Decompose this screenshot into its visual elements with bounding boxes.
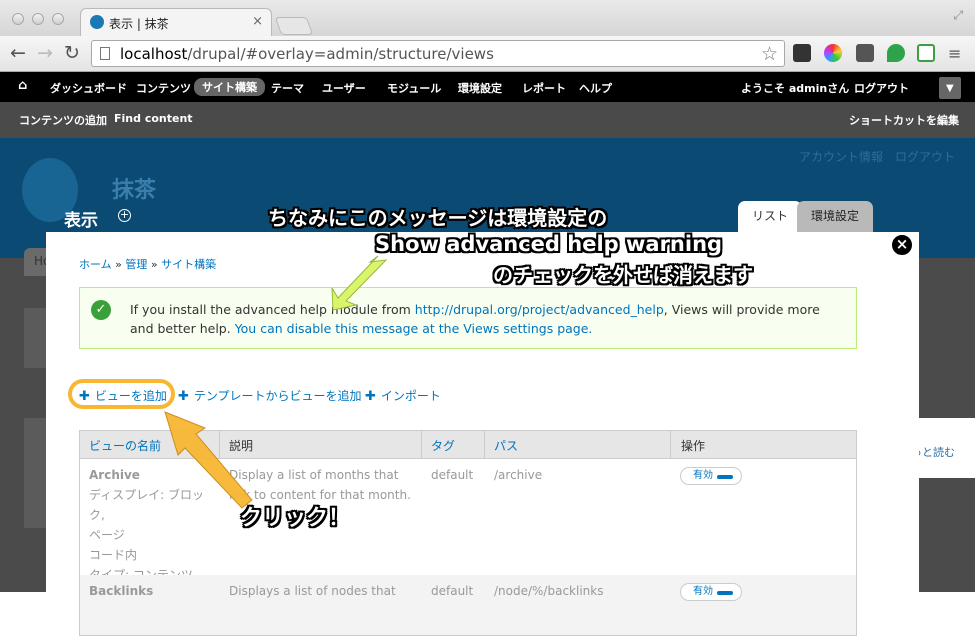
annotation-arrow-to-add-view <box>164 411 253 509</box>
annotation-line-2: Show advanced help warning <box>375 232 723 256</box>
annotation-click: クリック！ <box>240 506 351 531</box>
annotation-arrows <box>164 255 388 509</box>
annotation-arrow-to-message <box>331 255 388 311</box>
annotation-line-3: のチェックを外せば消えます <box>493 263 753 287</box>
annotation-line-1: ちなみにこのメッセージは環境設定の <box>268 206 608 230</box>
